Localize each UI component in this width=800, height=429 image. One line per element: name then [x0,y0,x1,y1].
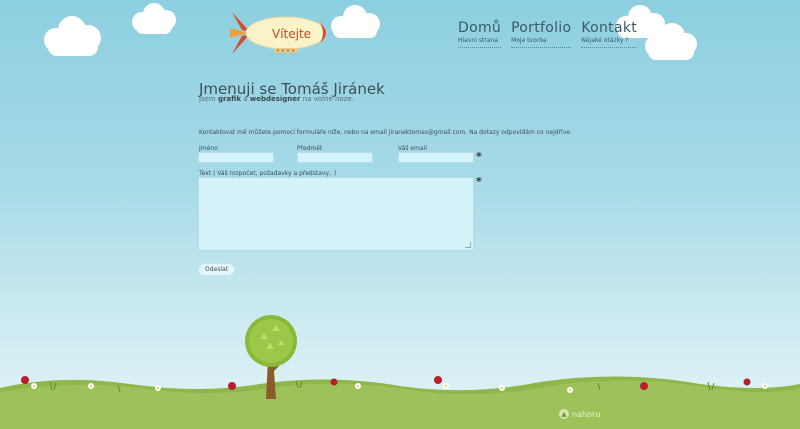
contact-intro: Kontaktovat mě můžete pomocí formuláře n… [199,129,572,136]
required-mark: * [476,175,482,188]
text-label: Text ( Váš rozpočet, požadavky a předsta… [199,170,337,177]
cloud-decoration [331,5,380,38]
email-label: Váš email [398,145,427,152]
back-to-top-link[interactable]: ▲ nahoru [559,409,600,419]
required-mark: * [476,150,482,163]
nav-item-kontakt[interactable]: Kontakt Nějaké otázky ? [581,20,638,48]
name-label: Jméno [199,145,218,152]
cloud-decoration [44,16,101,56]
cloud-decoration [132,3,176,34]
tagline: jsem grafik a webdesigner na volné noze. [199,95,354,103]
back-to-top-label: nahoru [572,409,601,419]
name-field[interactable] [198,152,274,163]
grass-hills [0,376,800,429]
nav-item-domu[interactable]: Domů Hlavní strana [458,20,502,48]
nav-title: Domů [458,20,502,36]
nav-item-portfolio[interactable]: Portfolio Moje tvorba [511,20,572,48]
nav-subtitle: Hlavní strana [458,37,498,44]
tree-decoration [245,315,297,399]
arrow-up-icon: ▲ [559,409,569,419]
subject-label: Předmět [297,145,323,152]
tagline-highlight: grafik [217,95,241,103]
message-textarea[interactable] [198,177,474,251]
nav-subtitle: Nějaké otázky ? [581,37,629,44]
blimp-label: Vítejte [272,27,312,41]
main-nav: Domů Hlavní strana Portfolio Moje tvorba… [458,20,638,48]
resize-handle-icon[interactable] [465,242,471,248]
cloud-decoration [645,23,697,60]
nav-subtitle: Moje tvorba [511,37,547,44]
submit-button[interactable]: Odeslat [198,263,235,276]
tagline-text: na volné noze. [300,95,354,103]
nav-title: Portfolio [511,20,572,36]
tagline-highlight: webdesigner [249,95,301,103]
nav-title: Kontakt [581,20,638,36]
tagline-text: a [240,95,250,103]
subject-field[interactable] [297,152,373,163]
tagline-text: jsem [199,95,218,103]
email-field[interactable] [398,152,474,163]
